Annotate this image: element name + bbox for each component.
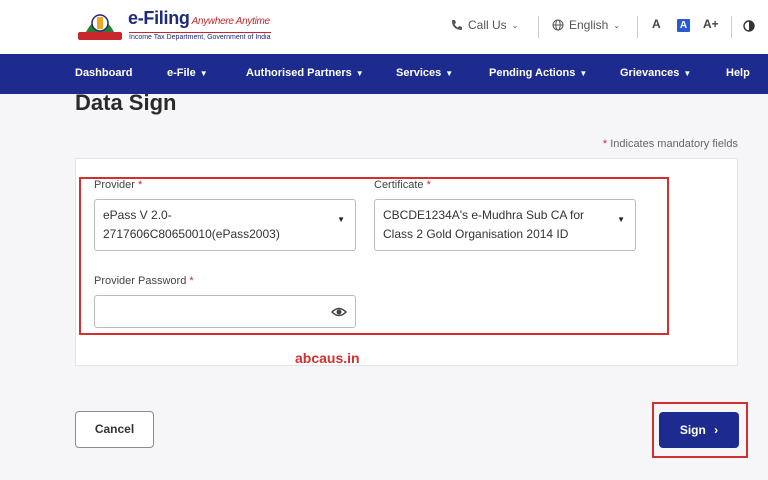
main-nav: Dashboard e-File ▼ Authorised Partners ▼ S… bbox=[0, 54, 768, 94]
divider bbox=[538, 16, 539, 38]
provider-select[interactable]: ePass V 2.0- 2717606C80650010(ePass2003)… bbox=[94, 199, 356, 251]
brand-subtitle: Income Tax Department, Government of Ind… bbox=[129, 32, 271, 41]
call-us-label: Call Us bbox=[468, 18, 507, 32]
certificate-select[interactable]: CBCDE1234A's e-Mudhra Sub CA for Class 2… bbox=[374, 199, 636, 251]
sign-button[interactable]: Sign › bbox=[659, 412, 739, 448]
nav-help[interactable]: Help bbox=[726, 67, 750, 79]
font-normal-button[interactable]: A bbox=[677, 19, 690, 32]
divider bbox=[731, 16, 732, 38]
nav-grievances[interactable]: Grievances ▼ bbox=[620, 67, 691, 79]
mandatory-note: * Indicates mandatory fields bbox=[602, 138, 738, 150]
call-us-dropdown[interactable]: Call Us ⌄ bbox=[451, 18, 518, 32]
divider bbox=[637, 16, 638, 38]
provider-value-line2: 2717606C80650010(ePass2003) bbox=[103, 227, 280, 241]
nav-services[interactable]: Services ▼ bbox=[396, 67, 453, 79]
font-decrease-button[interactable]: A bbox=[652, 17, 661, 31]
contrast-icon[interactable] bbox=[743, 20, 755, 32]
eye-icon[interactable] bbox=[331, 305, 347, 319]
brand-tagline: Anywhere Anytime bbox=[191, 16, 271, 27]
emblem-icon bbox=[78, 14, 122, 40]
certificate-value-line1: CBCDE1234A's e-Mudhra Sub CA for bbox=[383, 208, 585, 222]
chevron-down-icon: ⌄ bbox=[511, 20, 519, 30]
font-increase-button[interactable]: A+ bbox=[703, 17, 719, 31]
cancel-button[interactable]: Cancel bbox=[75, 411, 154, 448]
globe-icon bbox=[552, 19, 564, 31]
brand-title: e-Filing Anywhere Anytime bbox=[128, 8, 271, 28]
chevron-right-icon: › bbox=[714, 423, 719, 437]
certificate-label: Certificate * bbox=[374, 179, 431, 191]
provider-password-field[interactable] bbox=[94, 295, 356, 328]
provider-label: Provider * bbox=[94, 179, 143, 191]
chevron-down-icon: ▼ bbox=[683, 69, 692, 78]
chevron-down-icon: ⌄ bbox=[613, 20, 621, 30]
chevron-down-icon: ▼ bbox=[199, 69, 208, 78]
provider-value-line1: ePass V 2.0- bbox=[103, 208, 172, 222]
page-title: Data Sign bbox=[75, 90, 177, 115]
caret-down-icon: ▼ bbox=[617, 215, 625, 224]
nav-authorised-partners[interactable]: Authorised Partners ▼ bbox=[246, 67, 364, 79]
phone-icon bbox=[452, 20, 462, 30]
chevron-down-icon: ▼ bbox=[445, 69, 454, 78]
efiling-logo[interactable]: e-Filing Anywhere Anytime Income Tax Depa… bbox=[72, 6, 272, 48]
nav-pending-actions[interactable]: Pending Actions ▼ bbox=[489, 67, 587, 79]
language-label: English bbox=[569, 18, 609, 32]
watermark-text: abcaus.in bbox=[295, 350, 360, 366]
provider-password-label: Provider Password * bbox=[94, 275, 194, 287]
certificate-value-line2: Class 2 Gold Organisation 2014 ID bbox=[383, 227, 569, 241]
sign-label: Sign bbox=[679, 423, 706, 437]
caret-down-icon: ▼ bbox=[337, 215, 345, 224]
language-dropdown[interactable]: English ⌄ bbox=[552, 18, 620, 32]
chevron-down-icon: ▼ bbox=[355, 69, 364, 78]
provider-password-input[interactable] bbox=[103, 296, 323, 326]
nav-dashboard[interactable]: Dashboard bbox=[75, 67, 132, 79]
chevron-down-icon: ▼ bbox=[579, 69, 588, 78]
nav-efile[interactable]: e-File ▼ bbox=[167, 67, 208, 79]
top-header: e-Filing Anywhere Anytime Income Tax Depa… bbox=[0, 0, 768, 54]
